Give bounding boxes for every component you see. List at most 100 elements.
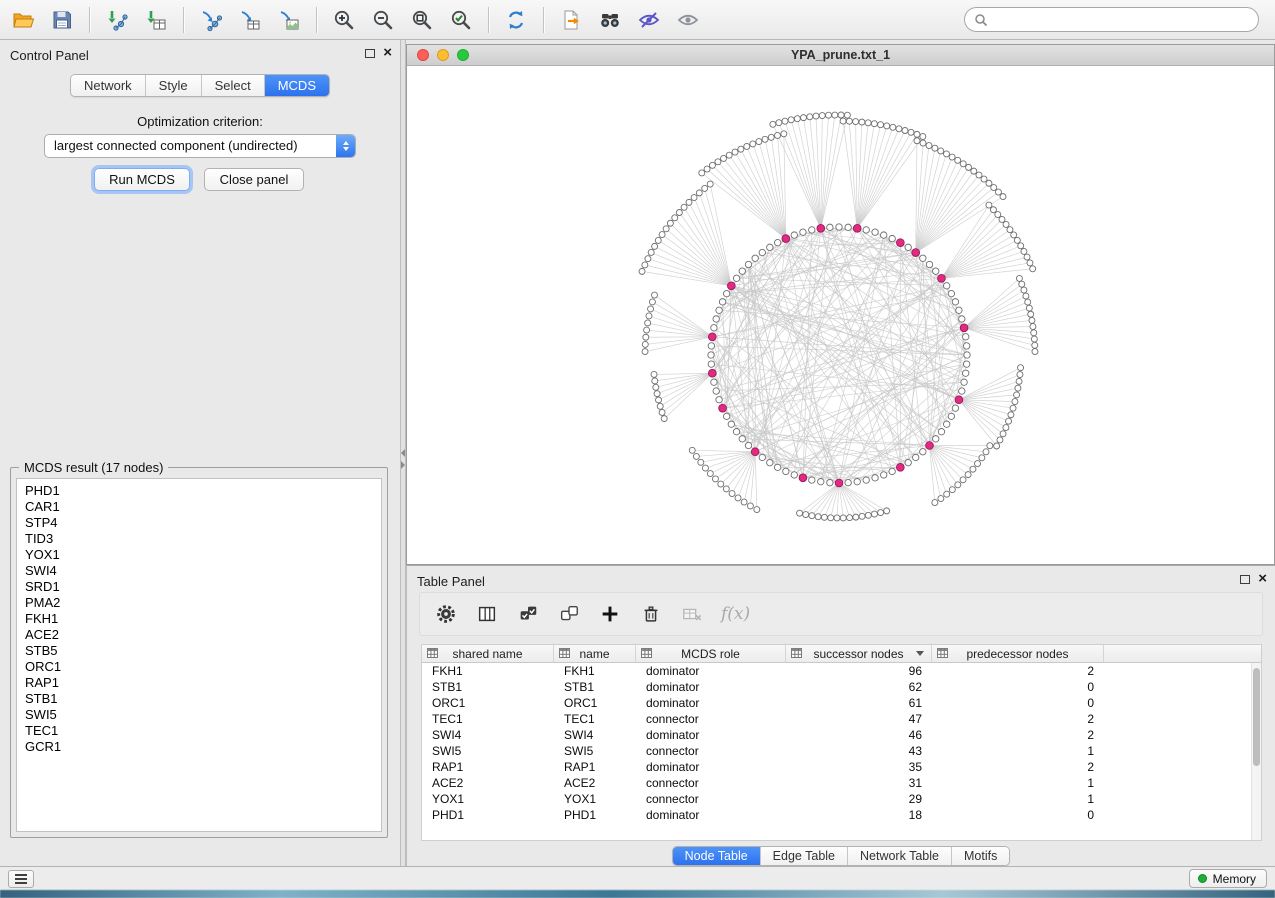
import-network-button[interactable]	[102, 5, 132, 35]
network-node[interactable]	[889, 235, 895, 241]
network-node[interactable]	[854, 478, 860, 484]
network-leaf-node[interactable]	[871, 511, 877, 517]
network-leaf-node[interactable]	[819, 113, 825, 119]
table-row[interactable]: PHD1PHD1dominator180	[422, 807, 1261, 823]
network-leaf-node[interactable]	[704, 166, 710, 172]
network-node[interactable]	[809, 227, 815, 233]
network-leaf-node[interactable]	[781, 131, 787, 137]
column-header-successor-nodes[interactable]: successor nodes	[786, 645, 932, 662]
network-leaf-node[interactable]	[976, 172, 982, 178]
network-graph[interactable]	[407, 66, 1274, 564]
network-leaf-node[interactable]	[702, 465, 708, 471]
import-table-button[interactable]	[141, 5, 171, 35]
mcds-result-item[interactable]: TID3	[17, 531, 381, 547]
tab-network[interactable]: Network	[71, 75, 146, 96]
network-leaf-node[interactable]	[803, 512, 809, 518]
mcds-result-item[interactable]: STP4	[17, 515, 381, 531]
network-leaf-node[interactable]	[991, 185, 997, 191]
network-leaf-node[interactable]	[908, 129, 914, 135]
network-leaf-node[interactable]	[718, 481, 724, 487]
network-node[interactable]	[711, 379, 717, 385]
mcds-result-item[interactable]: ACE2	[17, 627, 381, 643]
network-node[interactable]	[905, 244, 911, 250]
network-leaf-node[interactable]	[809, 513, 815, 519]
network-node[interactable]	[963, 343, 969, 349]
network-leaf-node[interactable]	[747, 503, 753, 509]
network-leaf-node[interactable]	[979, 455, 985, 461]
network-leaf-node[interactable]	[782, 118, 788, 124]
network-node[interactable]	[881, 232, 887, 238]
network-leaf-node[interactable]	[1016, 275, 1022, 281]
network-window-titlebar[interactable]: YPA_prune.txt_1	[407, 45, 1274, 66]
network-node[interactable]	[713, 388, 719, 394]
network-hub-node[interactable]	[926, 442, 934, 450]
network-leaf-node[interactable]	[902, 128, 908, 134]
mcds-result-item[interactable]: RAP1	[17, 675, 381, 691]
tab-node-table[interactable]: Node Table	[673, 847, 761, 865]
new-table-button[interactable]	[235, 5, 265, 35]
network-node[interactable]	[938, 429, 944, 435]
network-leaf-node[interactable]	[965, 472, 971, 478]
network-hub-node[interactable]	[719, 404, 727, 412]
network-hub-node[interactable]	[727, 282, 735, 290]
network-leaf-node[interactable]	[642, 349, 648, 355]
network-node[interactable]	[774, 239, 780, 245]
network-leaf-node[interactable]	[828, 515, 834, 521]
network-leaf-node[interactable]	[768, 134, 774, 140]
network-leaf-node[interactable]	[1016, 378, 1022, 384]
network-node[interactable]	[791, 232, 797, 238]
tab-style[interactable]: Style	[146, 75, 202, 96]
network-node[interactable]	[952, 405, 958, 411]
zoom-in-button[interactable]	[329, 5, 359, 35]
run-mcds-button[interactable]: Run MCDS	[94, 168, 190, 191]
network-leaf-node[interactable]	[699, 170, 705, 176]
refresh-layout-button[interactable]	[501, 5, 531, 35]
network-leaf-node[interactable]	[1030, 324, 1036, 330]
network-leaf-node[interactable]	[726, 152, 732, 158]
network-leaf-node[interactable]	[838, 112, 844, 118]
network-node[interactable]	[752, 255, 758, 261]
search-input[interactable]	[994, 12, 1249, 27]
network-node[interactable]	[745, 261, 751, 267]
network-leaf-node[interactable]	[949, 154, 955, 160]
network-leaf-node[interactable]	[770, 121, 776, 127]
network-leaf-node[interactable]	[652, 378, 658, 384]
network-leaf-node[interactable]	[1021, 287, 1027, 293]
network-leaf-node[interactable]	[847, 515, 853, 521]
tab-mcds[interactable]: MCDS	[265, 75, 329, 96]
network-leaf-node[interactable]	[890, 124, 896, 130]
network-leaf-node[interactable]	[639, 268, 645, 274]
network-leaf-node[interactable]	[657, 403, 663, 409]
network-hub-node[interactable]	[835, 479, 843, 487]
network-leaf-node[interactable]	[698, 459, 704, 465]
network-node[interactable]	[863, 227, 869, 233]
network-hub-node[interactable]	[896, 239, 904, 247]
network-leaf-node[interactable]	[1019, 281, 1025, 287]
mcds-result-item[interactable]: ORC1	[17, 659, 381, 675]
table-row[interactable]: SWI4SWI4dominator462	[422, 727, 1261, 743]
network-leaf-node[interactable]	[646, 313, 652, 319]
zoom-out-button[interactable]	[368, 5, 398, 35]
new-image-button[interactable]	[274, 5, 304, 35]
mcds-result-item[interactable]: CAR1	[17, 499, 381, 515]
network-hub-node[interactable]	[960, 324, 968, 332]
network-leaf-node[interactable]	[1029, 317, 1035, 323]
network-leaf-node[interactable]	[1027, 260, 1033, 266]
network-node[interactable]	[708, 343, 714, 349]
network-leaf-node[interactable]	[960, 161, 966, 167]
network-leaf-node[interactable]	[970, 466, 976, 472]
network-leaf-node[interactable]	[1012, 399, 1018, 405]
network-leaf-node[interactable]	[712, 476, 718, 482]
table-row[interactable]: RAP1RAP1dominator352	[422, 759, 1261, 775]
criterion-dropdown[interactable]: largest connected component (undirected)	[44, 134, 356, 158]
network-leaf-node[interactable]	[884, 123, 890, 129]
network-node[interactable]	[719, 299, 725, 305]
hide-selected-button[interactable]	[634, 5, 664, 35]
network-leaf-node[interactable]	[813, 113, 819, 119]
network-leaf-node[interactable]	[865, 512, 871, 518]
network-leaf-node[interactable]	[840, 118, 846, 124]
close-panel-icon[interactable]: ×	[383, 47, 392, 59]
network-leaf-node[interactable]	[696, 190, 702, 196]
network-leaf-node[interactable]	[1018, 243, 1024, 249]
network-leaf-node[interactable]	[938, 496, 944, 502]
